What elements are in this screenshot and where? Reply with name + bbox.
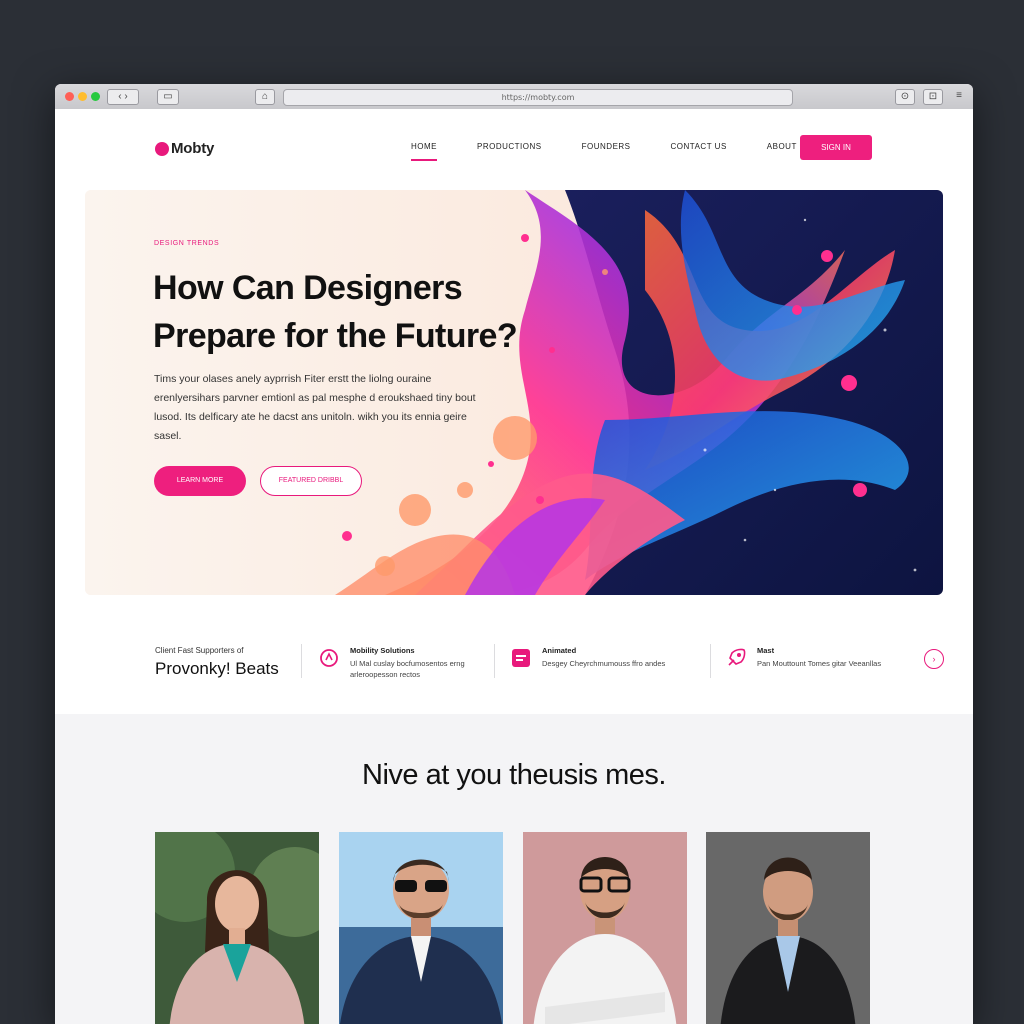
featured-button[interactable]: FEATURED DRIBBL [260,466,362,496]
nav-contact[interactable]: CONTACT US [671,142,727,161]
feature-title: Mobility Solutions [350,646,415,655]
feature-desc: Pan Mouttount Tomes gitar Veeanllas [757,659,882,668]
back-forward-buttons[interactable]: ‹ › [107,89,139,105]
clients-heading: Provonky! Beats [155,659,279,678]
nav-productions[interactable]: PRODUCTIONS [477,142,542,161]
logo-text: Mobty [171,140,215,157]
clients-block: Client Fast Supporters of Provonky! Beat… [155,646,279,679]
hero-description: Tims your olases anely ayprrish Fiter er… [154,373,476,442]
sign-in-button[interactable]: SIGN IN [800,135,872,160]
sidebar-toggle-icon[interactable]: ▭ [157,89,179,105]
maximize-window-button[interactable] [91,92,100,101]
address-bar[interactable]: https://mobty.com [283,89,793,106]
next-arrow-button[interactable]: › [924,649,944,669]
divider [494,644,495,678]
divider [710,644,711,678]
chat-icon [512,649,530,667]
team-member-photo [523,832,687,1024]
target-icon [320,649,338,667]
share-icon[interactable]: ⌂ [255,89,275,105]
nav-home[interactable]: HOME [411,142,437,161]
downloads-icon[interactable]: ⊙ [895,89,915,105]
feature-desc: Ul Mal cuslay bocfumosentos erng arleroo… [350,659,465,679]
team-section: Nive at you theusis mes. [55,714,973,1024]
logo-mark-icon [155,141,169,156]
feature-desc: Desgey Cheyrchmumouss ffro andes [542,659,666,668]
team-member-photo [155,832,319,1024]
site-header: Mobty HOME PRODUCTIONS FOUNDERS CONTACT … [55,109,973,189]
logo[interactable]: Mobty [155,140,214,157]
learn-more-button[interactable]: LEARN MORE [154,466,246,496]
tabs-icon[interactable]: ⊡ [923,89,943,105]
rocket-icon [728,648,746,666]
features-strip: Client Fast Supporters of Provonky! Beat… [55,614,973,714]
url-text: https://mobty.com [501,93,575,102]
close-window-button[interactable] [65,92,74,101]
hero-title: How Can Designers Prepare for the Future… [153,269,518,355]
nav-founders[interactable]: FOUNDERS [582,142,631,161]
main-nav: HOME PRODUCTIONS FOUNDERS CONTACT US ABO… [411,142,852,161]
hero-eyebrow: DESIGN TRENDS [154,240,220,247]
team-member-card[interactable] [706,832,870,1024]
hero-banner: DESIGN TRENDS How Can Designers Prepare … [85,190,943,595]
team-heading: Nive at you theusis mes. [362,759,666,791]
team-member-card[interactable] [523,832,687,1024]
menu-icon[interactable]: ≡ [952,89,966,103]
browser-window: ‹ › ▭ ⌂ https://mobty.com ⊙ ⊡ ≡ Mobty HO… [55,84,973,1024]
feature-title: Mast [757,646,775,655]
browser-toolbar: ‹ › ▭ ⌂ https://mobty.com ⊙ ⊡ ≡ [55,84,973,110]
divider [301,644,302,678]
minimize-window-button[interactable] [78,92,87,101]
team-member-photo [706,832,870,1024]
team-member-photo [339,832,503,1024]
feature-title: Animated [542,646,577,655]
team-member-card[interactable] [155,832,319,1024]
team-member-card[interactable] [339,832,503,1024]
clients-caption: Client Fast Supporters of [155,646,244,655]
